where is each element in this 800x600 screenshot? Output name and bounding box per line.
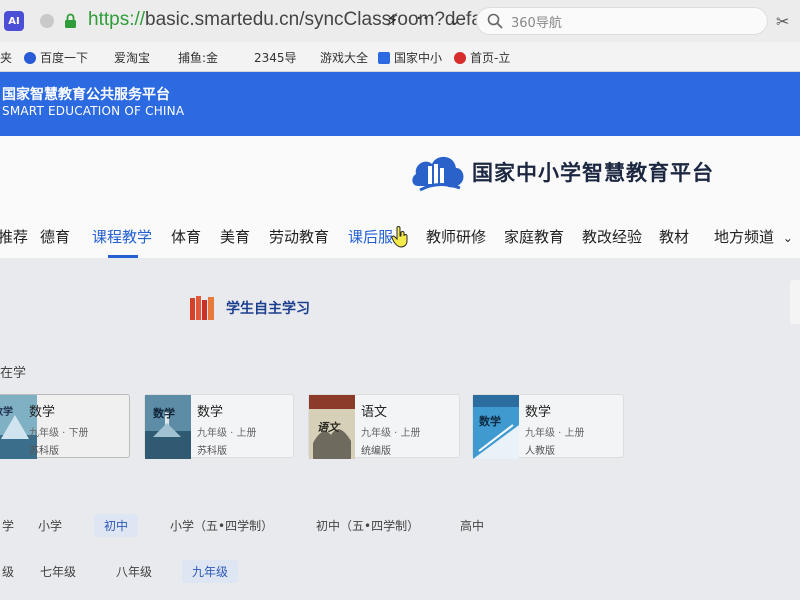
book-grade: 九年级 · 上册 [525, 428, 585, 439]
book-info: 数学 九年级 · 上册 苏科版 [197, 401, 257, 457]
ai-extension-icon[interactable]: AI [4, 11, 24, 31]
book-publisher: 苏科版 [197, 446, 227, 457]
url-scheme: https:// [88, 9, 146, 30]
filter-chip[interactable]: 学 [0, 514, 24, 537]
bookmark-item[interactable]: 爱淘宝 [114, 49, 150, 66]
book-info: 数学 九年级 · 上册 人教版 [525, 401, 585, 457]
chevron-down-icon: ⌄ [782, 231, 793, 245]
book-card[interactable]: 数学 数学 九年级 · 上册 苏科版 [144, 394, 294, 459]
nav-item-afterschool[interactable]: 课后服 [348, 226, 393, 247]
book-subject: 数学 [197, 405, 224, 420]
nav-item-textbooks[interactable]: 教材 [659, 226, 689, 247]
book-grade: 九年级 · 上册 [197, 428, 257, 439]
search-input[interactable]: 360导航 [476, 7, 768, 35]
record-icon [454, 51, 466, 64]
filter-chip-active[interactable]: 初中 [94, 514, 139, 537]
nav-item-labor[interactable]: 劳动教育 [269, 226, 329, 247]
filter-chip[interactable]: 级 [0, 560, 24, 583]
bookmarks-bar: 夹 百度一下 爱淘宝 捕鱼:金 2345导 游戏大全 国家中小 首页-立 [0, 42, 800, 72]
book-grade: 九年级 · 上册 [361, 428, 421, 439]
book-subject: 数学 [29, 405, 56, 420]
bookmark-item[interactable]: 2345导 [254, 49, 297, 66]
header-title-en: SMART EDUCATION OF CHINA [2, 104, 185, 118]
filter-chip[interactable]: 七年级 [30, 560, 86, 583]
platform-name: 国家中小学智慧教育平台 [472, 161, 714, 185]
book-card[interactable]: 语文 语文 九年级 · 上册 统编版 [308, 394, 460, 459]
book-subject: 语文 [361, 405, 388, 420]
search-text: 360导航 [511, 15, 562, 31]
hand-cursor-icon [391, 226, 408, 248]
self-study-heading[interactable]: 学生自主学习 [188, 294, 310, 322]
bolt-icon[interactable]: ⚡ [386, 10, 399, 31]
book-publisher: 人教版 [525, 446, 555, 457]
filter-chip[interactable]: 小学 [28, 514, 72, 537]
nav-item-teacher-training[interactable]: 教师研修 [426, 226, 486, 247]
more-dots-icon[interactable]: ··· [416, 8, 436, 29]
nav-item-family[interactable]: 家庭教育 [504, 226, 564, 247]
cover-label: 数学 [479, 415, 501, 428]
grade-filter-row: 级 七年级 八年级 九年级 [0, 556, 800, 584]
nav-item-arts[interactable]: 美育 [220, 226, 250, 247]
platform-logo[interactable]: 国家中小学智慧教育平台 [410, 150, 714, 194]
bookmark-item[interactable]: 首页-立 [454, 49, 510, 66]
book-publisher: 统编版 [361, 446, 391, 457]
in-study-label: 在学 [0, 366, 27, 381]
scissors-icon[interactable]: ✂ [776, 12, 789, 31]
cover-label: 数学 [153, 407, 175, 420]
paw-icon [24, 51, 36, 64]
book-cover: 语文 [309, 395, 355, 459]
filter-chip[interactable]: 初中（五•四学制） [306, 514, 429, 537]
edu-icon [378, 51, 390, 64]
header-title-cn: 国家智慧教育公共服务平台 [2, 87, 170, 103]
book-publisher: 苏科版 [29, 446, 59, 457]
book-subject: 数学 [525, 405, 552, 420]
book-cover: 数学 [145, 395, 191, 459]
cover-label: 数学 [0, 407, 13, 418]
bookmark-item[interactable]: 游戏大全 [320, 49, 368, 66]
bookmark-item[interactable]: 夹 [0, 49, 12, 66]
bookmark-item[interactable]: 国家中小 [378, 49, 442, 66]
side-tab[interactable] [790, 280, 800, 324]
book-info: 数学 九年级 · 下册 苏科版 [29, 401, 89, 457]
book-cover: 数学 [473, 395, 519, 459]
book-grade: 九年级 · 下册 [29, 428, 89, 439]
browser-address-bar: AI https://basic.smartedu.cn/syncClassro… [0, 0, 800, 42]
nav-item-sports[interactable]: 体育 [171, 226, 201, 247]
self-study-title: 学生自主学习 [226, 301, 310, 317]
book-card[interactable]: 数学 数学 九年级 · 上册 人教版 [472, 394, 624, 459]
lock-icon[interactable] [64, 13, 77, 29]
nav-item-recommend[interactable]: 推荐 [0, 226, 28, 247]
book-info: 语文 九年级 · 上册 统编版 [361, 401, 421, 457]
bookmark-item[interactable]: 百度一下 [24, 49, 88, 66]
filter-chip-active[interactable]: 九年级 [182, 560, 239, 583]
bookmark-item[interactable]: 捕鱼:金 [178, 49, 218, 66]
nav-item-local[interactable]: 地方频道 ⌄ [714, 226, 793, 247]
nav-item-courses[interactable]: 课程教学 [92, 226, 152, 247]
filter-chip[interactable]: 高中 [450, 514, 494, 537]
filter-chip[interactable]: 八年级 [106, 560, 162, 583]
search-icon [487, 13, 503, 29]
book-card[interactable]: 数学 数学 九年级 · 下册 苏科版 [0, 394, 130, 459]
cloud-book-logo-icon [412, 156, 464, 192]
cover-label: 语文 [317, 421, 339, 434]
filter-chip[interactable]: 小学（五•四学制） [160, 514, 283, 537]
books-icon [190, 296, 214, 320]
chevron-down-icon[interactable]: ⌄ [448, 10, 461, 29]
site-header: 国家智慧教育公共服务平台 SMART EDUCATION OF CHINA [0, 72, 800, 136]
nav-item-moral[interactable]: 德育 [40, 226, 70, 247]
extension-icon[interactable] [40, 14, 54, 28]
nav-item-reform[interactable]: 教改经验 [582, 226, 642, 247]
stage-filter-row: 学 小学 初中 小学（五•四学制） 初中（五•四学制） 高中 [0, 510, 800, 538]
url-path: basic.smartedu.cn/syncClassroom?defau [145, 9, 493, 30]
